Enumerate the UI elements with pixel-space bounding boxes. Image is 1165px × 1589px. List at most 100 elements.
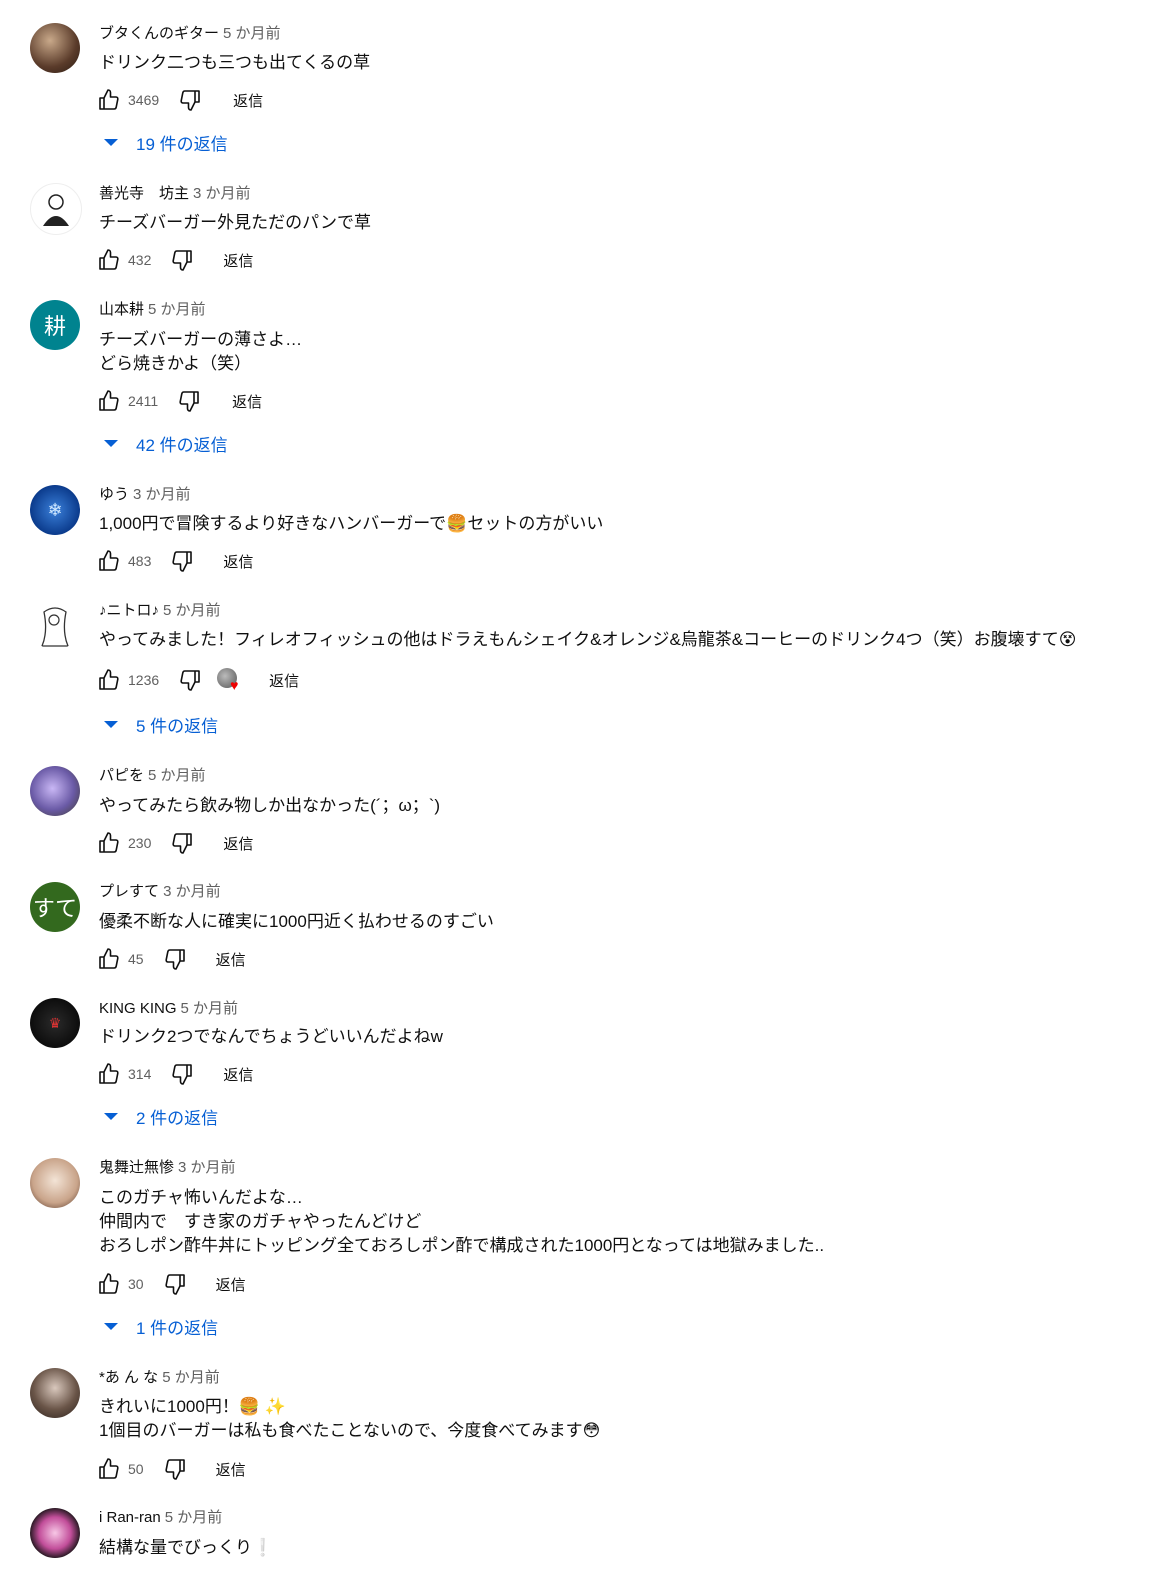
like-button[interactable]: [96, 830, 122, 856]
comment-actions: 432 返信: [96, 246, 253, 274]
comment-author[interactable]: *あ ん な: [99, 1369, 158, 1386]
comment-actions: 483 返信: [96, 547, 253, 575]
dislike-button[interactable]: [176, 388, 202, 414]
like-button[interactable]: [96, 247, 122, 273]
thumbs-up-icon: [99, 550, 119, 571]
reply-button[interactable]: 返信: [232, 391, 262, 412]
like-count: 483: [128, 553, 152, 569]
comment-author[interactable]: 善光寺 坊主: [99, 185, 189, 202]
avatar[interactable]: [30, 23, 80, 73]
comment-author[interactable]: 山本耕: [99, 301, 144, 318]
reply-button[interactable]: 返信: [223, 833, 253, 854]
comment-text: チーズバーガーの薄さよ… どら焼きかよ（笑）: [99, 330, 303, 373]
like-button[interactable]: [96, 1456, 122, 1482]
reply-button[interactable]: 返信: [216, 1274, 246, 1295]
comment-text: 結構な量でびっくり❕: [99, 1538, 274, 1557]
comment-time[interactable]: 5 か月前: [162, 1369, 220, 1386]
view-replies-button[interactable]: 2 件の返信: [104, 1104, 218, 1129]
dislike-button[interactable]: [169, 1061, 195, 1087]
comment-author[interactable]: i Ran-ran: [99, 1509, 161, 1526]
comment-actions: 1236 ♥ 返信: [96, 666, 299, 694]
comment-actions: 45 返信: [96, 945, 246, 973]
avatar-drawing: [43, 194, 69, 226]
thumbs-down-icon: [164, 1459, 185, 1480]
like-count: 45: [128, 951, 144, 967]
comment-text: きれいに1000円！🍔 ✨ 1個目のバーガーは私も食べたことないので、今度食べてみ…: [99, 1397, 601, 1440]
comment-time[interactable]: 5 か月前: [165, 1509, 223, 1526]
comment-time[interactable]: 3 か月前: [163, 883, 221, 900]
comment-author[interactable]: ブタくんのギター: [99, 25, 219, 42]
avatar[interactable]: 耕: [30, 300, 80, 350]
dislike-button[interactable]: [177, 87, 203, 113]
chevron-down-icon: [104, 1323, 118, 1330]
reply-button[interactable]: 返信: [233, 90, 263, 111]
like-button[interactable]: [96, 946, 122, 972]
like-button[interactable]: [96, 87, 122, 113]
avatar[interactable]: [30, 1368, 80, 1418]
dislike-button[interactable]: [177, 667, 203, 693]
dislike-button[interactable]: [162, 1271, 188, 1297]
thumbs-down-icon: [180, 670, 200, 691]
thumbs-up-icon: [99, 669, 119, 690]
like-button[interactable]: [96, 388, 122, 414]
comment-author[interactable]: プレすて: [99, 883, 159, 900]
like-button[interactable]: [96, 1271, 122, 1297]
like-button[interactable]: [96, 548, 122, 574]
like-count: 314: [128, 1066, 152, 1082]
avatar[interactable]: [30, 766, 80, 816]
thumbs-down-icon: [179, 391, 199, 412]
avatar[interactable]: すて: [30, 882, 80, 932]
comment-actions: 314 返信: [96, 1060, 253, 1088]
comment-author[interactable]: KING KING: [99, 1000, 177, 1017]
avatar-figure: ♛: [48, 1014, 62, 1031]
snowflake-icon: ❄: [47, 499, 63, 520]
like-count: 3469: [128, 92, 160, 108]
view-replies-button[interactable]: 19 件の返信: [104, 130, 228, 155]
comment-time[interactable]: 5 か月前: [223, 25, 281, 42]
avatar[interactable]: [30, 1508, 80, 1558]
avatar[interactable]: ❄: [30, 485, 80, 535]
comment-time[interactable]: 5 か月前: [181, 1000, 239, 1017]
comment-author[interactable]: パピを: [99, 767, 144, 784]
view-replies-button[interactable]: 1 件の返信: [104, 1314, 218, 1339]
reply-button[interactable]: 返信: [216, 1459, 246, 1480]
heart-icon: ♥: [230, 677, 239, 693]
comment-text: チーズバーガー外見ただのパンで草: [99, 213, 371, 232]
dislike-button[interactable]: [169, 247, 195, 273]
chevron-down-icon: [104, 440, 118, 447]
comment-time[interactable]: 5 か月前: [148, 767, 206, 784]
comment-time[interactable]: 3 か月前: [178, 1159, 236, 1176]
avatar[interactable]: [30, 600, 80, 650]
comment-actions: 230 返信: [96, 829, 253, 857]
reply-button[interactable]: 返信: [223, 551, 253, 572]
comment-author[interactable]: ♪ニトロ♪: [99, 602, 159, 619]
view-replies-button[interactable]: 5 件の返信: [104, 712, 218, 737]
comment-actions: 2411 返信: [96, 387, 262, 415]
dislike-button[interactable]: [169, 830, 195, 856]
creator-heart-badge: ♥: [217, 666, 245, 694]
reply-button[interactable]: 返信: [223, 250, 253, 271]
reply-button[interactable]: 返信: [269, 670, 299, 691]
dislike-button[interactable]: [169, 548, 195, 574]
like-button[interactable]: [96, 667, 122, 693]
reply-button[interactable]: 返信: [223, 1064, 253, 1085]
comment-text: ドリンク二つも三つも出てくるの草: [99, 53, 371, 72]
comment-time[interactable]: 5 か月前: [148, 301, 206, 318]
dislike-button[interactable]: [162, 946, 188, 972]
like-count: 1236: [128, 672, 160, 688]
comment-time[interactable]: 5 か月前: [163, 602, 221, 619]
comment-text: このガチャ怖いんだよな… 仲間内で すき家のガチャやったんどけど おろしポン酢牛丼に…: [99, 1188, 825, 1255]
avatar[interactable]: [30, 183, 82, 235]
thumbs-down-icon: [172, 551, 193, 572]
comment-time[interactable]: 3 か月前: [193, 185, 251, 202]
comment-time[interactable]: 3 か月前: [133, 486, 191, 503]
avatar[interactable]: [30, 1158, 80, 1208]
comment-author[interactable]: ゆう: [99, 486, 129, 503]
avatar[interactable]: ♛: [30, 998, 80, 1048]
like-button[interactable]: [96, 1061, 122, 1087]
comment-author[interactable]: 鬼舞辻無惨: [99, 1159, 174, 1176]
view-replies-button[interactable]: 42 件の返信: [104, 431, 228, 456]
dislike-button[interactable]: [162, 1456, 188, 1482]
reply-button[interactable]: 返信: [216, 949, 246, 970]
comment-actions: 30 返信: [96, 1270, 246, 1298]
